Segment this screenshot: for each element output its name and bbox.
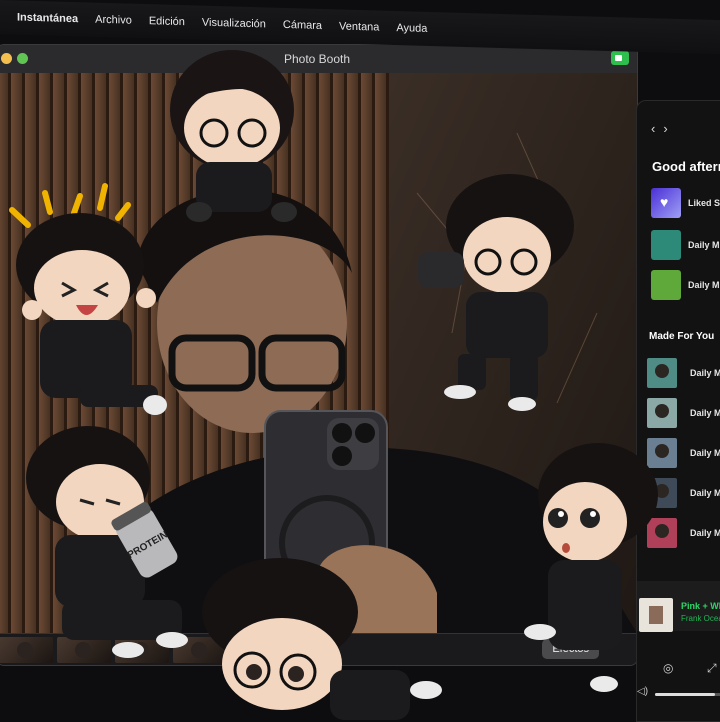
volume-icon[interactable]: ◁) xyxy=(637,686,648,697)
photo-thumbnail[interactable] xyxy=(0,637,53,663)
shortcut-label: Daily Mi xyxy=(688,280,720,290)
forward-arrow-icon[interactable]: › xyxy=(663,121,675,136)
menu-instantanea[interactable]: Instantánea xyxy=(17,11,78,25)
menu-camara[interactable]: Cámara xyxy=(283,19,322,32)
mix-label: Daily Mix xyxy=(690,408,720,418)
mix-cover-image xyxy=(647,398,677,428)
mix-item[interactable]: Daily Mix xyxy=(647,437,720,469)
menu-ayuda[interactable]: Ayuda xyxy=(396,22,427,35)
heart-icon: ♥ xyxy=(651,188,681,218)
mix-label: Daily Mix xyxy=(690,368,720,378)
mix-cover-image xyxy=(651,230,681,260)
greeting-heading: Good afterno xyxy=(652,159,720,174)
shortcut-daily-mix[interactable]: Daily Mi xyxy=(651,229,720,261)
mix-cover-image xyxy=(647,438,677,468)
window-titlebar[interactable]: Photo Booth xyxy=(0,45,637,74)
mix-item[interactable]: Daily Mix xyxy=(647,397,720,429)
connect-device-icon[interactable]: ◎ xyxy=(663,661,673,675)
menu-archivo[interactable]: Archivo xyxy=(95,14,132,27)
track-artist[interactable]: Frank Ocean xyxy=(681,614,720,623)
miniplayer-icon[interactable]: ⤢ xyxy=(707,661,717,676)
volume-slider-fill xyxy=(655,693,715,696)
mix-label: Daily Mix 4 xyxy=(690,488,720,498)
window-title: Photo Booth xyxy=(283,52,351,66)
shortcut-liked-songs[interactable]: ♥ Liked So xyxy=(651,187,720,219)
now-playing-bar: Pink + Whi Frank Ocean xyxy=(637,581,720,632)
shortcut-label: Daily Mi xyxy=(688,240,720,250)
track-title[interactable]: Pink + Whi xyxy=(681,601,720,611)
photo-thumbnail[interactable] xyxy=(57,637,111,663)
album-cover[interactable] xyxy=(639,598,673,632)
shortcut-label: Liked So xyxy=(688,198,720,208)
history-nav: ‹› xyxy=(651,121,676,136)
mix-item[interactable]: Daily Mix 5 xyxy=(647,517,720,549)
volume-slider[interactable] xyxy=(655,693,720,696)
menu-visualizacion[interactable]: Visualización xyxy=(202,17,266,31)
mix-label: Daily Mix xyxy=(690,448,720,458)
menu-edicion[interactable]: Edición xyxy=(149,15,185,28)
music-app-window: ‹› Good afterno ♥ Liked So Daily Mi Dail… xyxy=(636,100,720,722)
mix-cover-image xyxy=(647,518,677,548)
shortcut-daily-mix[interactable]: Daily Mi xyxy=(651,269,720,301)
mix-cover-image xyxy=(647,358,677,388)
mix-cover-image xyxy=(651,270,681,300)
made-for-you-heading: Made For You xyxy=(649,331,715,342)
back-arrow-icon[interactable]: ‹ xyxy=(651,121,663,136)
camera-indicator-icon xyxy=(611,51,629,65)
mix-item[interactable]: Daily Mix xyxy=(647,357,720,389)
mix-label: Daily Mix 5 xyxy=(690,528,720,538)
menu-ventana[interactable]: Ventana xyxy=(339,20,379,33)
